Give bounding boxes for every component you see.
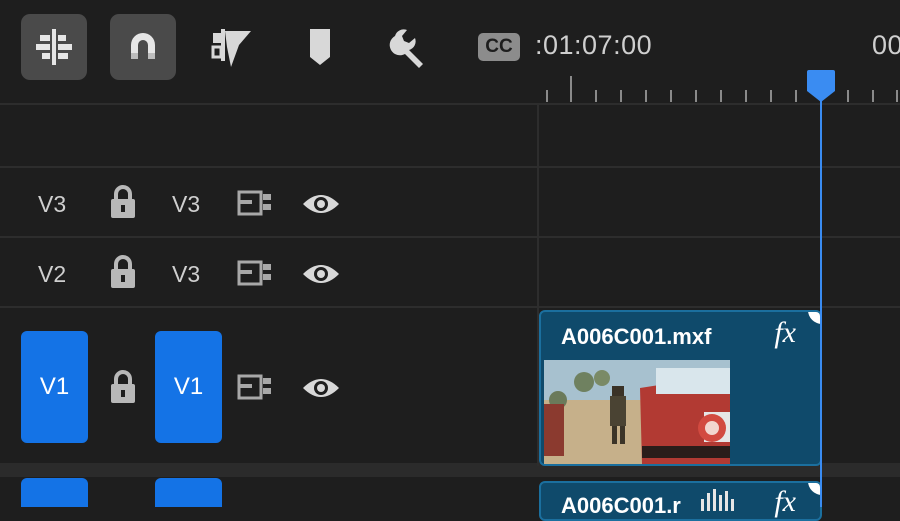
ruler-tick (745, 90, 747, 102)
lock-icon[interactable] (108, 184, 138, 220)
ruler-tick (847, 90, 849, 102)
track-select-tool-button[interactable] (21, 14, 87, 80)
clip-name: A006C001.mxf (561, 324, 712, 349)
ruler-divider (0, 103, 900, 105)
source-patch-v1-button[interactable]: V1 (21, 331, 88, 443)
ruler-tick (770, 90, 772, 102)
wrench-icon (389, 29, 423, 68)
track-target-v1-button[interactable]: V1 (155, 331, 222, 443)
timecode-label: :01:07:00 (535, 30, 653, 60)
clip-thumbnail (544, 360, 730, 464)
eye-icon[interactable] (302, 376, 340, 400)
ruler-tick (795, 90, 797, 102)
cc-icon: CC (478, 33, 520, 61)
track-target-label[interactable]: V3 (172, 191, 200, 218)
source-patch-a1-button[interactable] (21, 478, 88, 507)
fx-icon[interactable]: fx (774, 316, 796, 350)
ruler-tick (720, 90, 722, 102)
marker-icon (310, 29, 330, 65)
ruler-tick (620, 90, 622, 102)
lock-icon[interactable] (108, 369, 138, 405)
clip-name: A006C001.r (561, 493, 681, 518)
ruler-tick (670, 90, 672, 102)
fx-icon[interactable]: fx (774, 485, 796, 519)
sync-icon[interactable] (237, 374, 273, 400)
ruler-tick (896, 90, 898, 102)
playhead-line[interactable] (820, 98, 822, 507)
lock-icon[interactable] (108, 254, 138, 290)
track-divider (0, 236, 900, 238)
source-patch-label[interactable]: V3 (38, 191, 66, 218)
video-clip[interactable]: A006C001.mxf fx (539, 310, 822, 466)
ruler-tick (570, 76, 572, 102)
track-target-label[interactable]: V3 (172, 261, 200, 288)
snap-tool-button[interactable] (110, 14, 176, 80)
settings-tool-button[interactable] (377, 14, 443, 80)
sync-icon[interactable] (237, 260, 273, 286)
captions-tool-button[interactable]: CC (466, 14, 532, 80)
sync-icon[interactable] (237, 190, 273, 216)
ruler-tick (872, 90, 874, 102)
ruler-tick (595, 90, 597, 102)
ruler-tick (645, 90, 647, 102)
magnet-icon (131, 33, 155, 59)
track-divider (0, 166, 900, 168)
track-divider (0, 306, 900, 308)
audio-clip[interactable]: A006C001.r fx (539, 481, 822, 521)
linked-selection-tool-button[interactable] (199, 14, 265, 80)
waveform-icon (701, 489, 734, 511)
ruler-tick (546, 90, 548, 102)
eye-icon[interactable] (302, 262, 340, 286)
source-patch-label[interactable]: V2 (38, 261, 66, 288)
align-tracks-icon (36, 29, 72, 65)
ruler-tick (695, 90, 697, 102)
track-target-a1-button[interactable] (155, 478, 222, 507)
timecode-label-next: 00 (872, 30, 900, 60)
add-marker-tool-button[interactable] (287, 14, 353, 80)
playhead-handle[interactable] (806, 69, 836, 103)
eye-icon[interactable] (302, 192, 340, 216)
linked-selection-icon (211, 29, 251, 67)
